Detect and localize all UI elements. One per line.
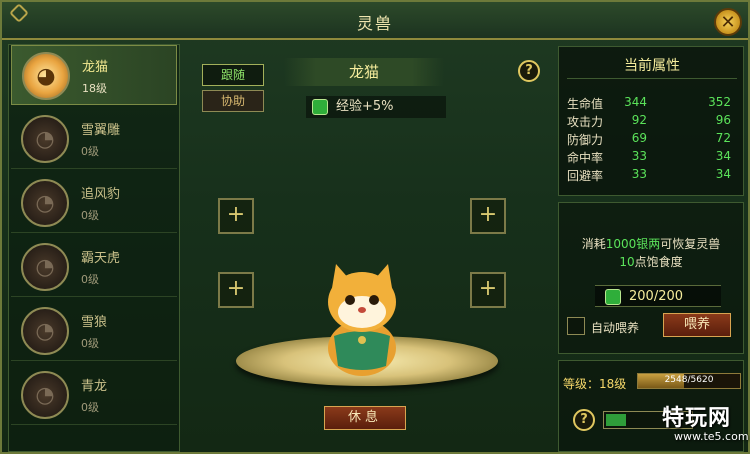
feed-desc-tail: 点饱食度 <box>634 255 683 269</box>
title-bar: 灵兽 ✕ <box>2 2 748 40</box>
watermark-url: www.te5.com <box>674 430 749 443</box>
watermark-main: 特玩网 <box>662 406 732 431</box>
attribute-next: 34 <box>715 149 731 163</box>
auto-feed-checkbox[interactable] <box>567 317 585 335</box>
pet-name: 龙猫 <box>82 60 109 75</box>
dragon-avatar-icon: ◔ <box>21 371 69 419</box>
pet-level: 0级 <box>81 337 99 350</box>
attribute-next: 352 <box>708 95 731 109</box>
close-icon: ✕ <box>720 11 736 33</box>
attribute-row: 生命值 344 352 <box>567 95 737 113</box>
auto-feed-label: 自动喂养 <box>591 321 640 335</box>
experience-text: 2548/5620 <box>664 375 714 385</box>
level-label: 等级：18级 <box>563 377 627 391</box>
feed-button[interactable]: 喂养 <box>663 313 731 337</box>
attribute-current: 344 <box>624 95 647 109</box>
pet-display-area: 跟随 协助 龙猫 经验+5% ? + + + + 休息 <box>184 44 552 452</box>
pet-list-item[interactable]: ◔ 雪狼 0级 <box>11 301 177 361</box>
eagle-avatar-icon: ◔ <box>21 115 69 163</box>
pet-list-item[interactable]: ◔ 青龙 0级 <box>11 365 177 425</box>
pet-name-plate: 龙猫 <box>284 58 444 86</box>
pet-level: 0级 <box>81 145 99 158</box>
pet-level: 18级 <box>82 82 107 95</box>
feed-desc-amount: 10 <box>619 255 635 269</box>
feed-desc-suffix: 可恢复灵兽 <box>660 237 721 251</box>
attribute-next: 96 <box>715 113 731 127</box>
pet-list-item[interactable]: ◔ 雪翼雕 0级 <box>11 109 177 169</box>
pet-list-item[interactable]: ◔ 追风豹 0级 <box>11 173 177 233</box>
assist-tab[interactable]: 协助 <box>202 90 264 112</box>
wolf-avatar-icon: ◔ <box>21 307 69 355</box>
attribute-row: 回避率 33 34 <box>567 167 737 185</box>
hamster-avatar-icon: ◕ <box>22 52 70 100</box>
attribute-row: 防御力 69 72 <box>567 131 737 149</box>
satiety-display: 200/200 <box>595 285 721 307</box>
help-button[interactable]: ? <box>518 60 540 82</box>
pet-name: 霸天虎 <box>81 251 121 266</box>
attribute-label: 回避率 <box>567 169 604 183</box>
pet-name: 青龙 <box>81 379 108 394</box>
pet-name: 雪翼雕 <box>81 123 121 138</box>
level-secondary-fill <box>606 414 626 426</box>
rest-button[interactable]: 休息 <box>324 406 406 430</box>
site-watermark: 特玩网 www.te5.com <box>658 400 750 452</box>
attribute-current: 92 <box>631 113 647 127</box>
attribute-row: 攻击力 92 96 <box>567 113 737 131</box>
exp-bonus-text: 经验+5% <box>336 99 394 114</box>
attribute-label: 防御力 <box>567 133 604 147</box>
feed-description-line1: 消耗1000银两可恢复灵兽 <box>559 235 743 252</box>
attributes-header: 当前属性 <box>567 53 737 79</box>
satiety-value: 200/200 <box>629 289 684 304</box>
attribute-next: 34 <box>715 167 731 181</box>
attribute-label: 命中率 <box>567 151 604 165</box>
pet-level: 0级 <box>81 273 99 286</box>
attribute-row: 命中率 33 34 <box>567 149 737 167</box>
feed-desc-cost: 1000银两 <box>605 237 661 251</box>
equipment-slot[interactable]: + <box>218 272 254 308</box>
attribute-label: 攻击力 <box>567 115 604 129</box>
attributes-panel: 当前属性 生命值 344 352 攻击力 92 96 防御力 69 72 命中率… <box>558 46 744 196</box>
pet-list: ◕ 龙猫 18级 ◔ 雪翼雕 0级 ◔ 追风豹 0级 ◔ 霸天虎 0级 ◔ 雪狼… <box>8 44 180 452</box>
pet-name: 追风豹 <box>81 187 121 202</box>
attribute-current: 69 <box>631 131 647 145</box>
level-help-button[interactable]: ? <box>573 409 595 431</box>
pet-list-item[interactable]: ◕ 龙猫 18级 <box>11 45 177 105</box>
exp-bonus-icon <box>312 99 328 115</box>
equipment-slot[interactable]: + <box>218 198 254 234</box>
satiety-icon <box>605 289 621 305</box>
attribute-current: 33 <box>631 167 647 181</box>
close-button[interactable]: ✕ <box>714 8 742 36</box>
equipment-slot[interactable]: + <box>470 198 506 234</box>
attribute-current: 33 <box>631 149 647 163</box>
pet-list-item[interactable]: ◔ 霸天虎 0级 <box>11 237 177 297</box>
tiger-avatar-icon: ◔ <box>21 243 69 291</box>
pet-name: 雪狼 <box>81 315 108 330</box>
feed-panel: 消耗1000银两可恢复灵兽 10点饱食度 200/200 自动喂养 喂养 <box>558 202 744 354</box>
pet-window: 灵兽 ✕ ◕ 龙猫 18级 ◔ 雪翼雕 0级 ◔ 追风豹 0级 ◔ 霸天虎 0级… <box>0 0 750 454</box>
pet-level: 0级 <box>81 401 99 414</box>
window-title: 灵兽 <box>356 14 393 33</box>
hamster-pet-model <box>328 264 396 376</box>
attribute-next: 72 <box>715 131 731 145</box>
pet-level: 0级 <box>81 209 99 222</box>
follow-tab[interactable]: 跟随 <box>202 64 264 86</box>
equipment-slot[interactable]: + <box>470 272 506 308</box>
experience-bar: 2548/5620 <box>637 373 741 389</box>
exp-bonus-badge: 经验+5% <box>306 96 446 118</box>
attribute-label: 生命值 <box>567 97 604 111</box>
feed-desc-prefix: 消耗 <box>581 237 606 251</box>
leopard-avatar-icon: ◔ <box>21 179 69 227</box>
feed-description-line2: 10点饱食度 <box>559 253 743 270</box>
